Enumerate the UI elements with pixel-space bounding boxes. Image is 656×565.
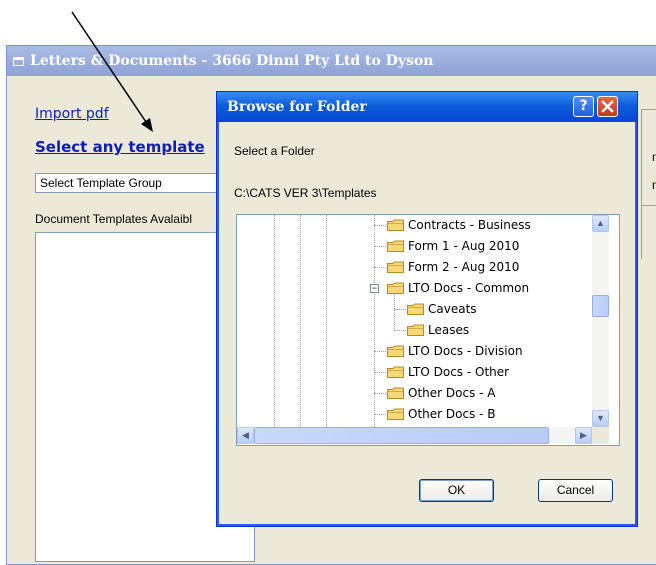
tree-item-label: LTO Docs - Common [408, 281, 530, 295]
tree-item-label: Form 1 - Aug 2010 [408, 239, 520, 253]
ok-button[interactable]: OK [419, 479, 494, 502]
vertical-scroll-thumb[interactable] [592, 295, 609, 317]
help-button[interactable]: ? [573, 96, 594, 117]
tree-item[interactable]: Other Docs - B [387, 404, 496, 425]
tree-item-label: Form 2 - Aug 2010 [408, 260, 520, 274]
tree-guide-line [374, 225, 386, 226]
horizontal-scrollbar[interactable]: ◀ ▶ [237, 427, 592, 444]
tree-guide-line [300, 215, 301, 427]
tree-guide-line [374, 246, 386, 247]
right-panel-divider [642, 205, 656, 206]
selected-path: C:\CATS VER 3\Templates [234, 186, 377, 200]
tree-item[interactable]: Leases [407, 320, 469, 341]
dialog-title: Browse for Folder [227, 99, 367, 115]
select-template-link[interactable]: Select any template [35, 138, 205, 156]
window-icon [13, 57, 24, 66]
tree-item-label: LTO Docs - Other [408, 365, 510, 379]
right-panel-text-1: n [652, 150, 656, 164]
scroll-down-icon[interactable]: ▼ [592, 410, 609, 427]
tree-item-label: LTO Docs - Division [408, 344, 523, 358]
dialog-prompt: Select a Folder [234, 144, 315, 158]
app-titlebar[interactable]: Letters & Documents - 3666 Dinni Pty Ltd… [7, 46, 656, 76]
tree-guide-line [374, 372, 386, 373]
scroll-left-icon[interactable]: ◀ [237, 427, 254, 444]
app-title: Letters & Documents - 3666 Dinni Pty Ltd… [30, 53, 434, 69]
tree-item[interactable]: LTO Docs - Common [387, 278, 529, 299]
tree-guide-line [374, 267, 386, 268]
tree-guide-line [326, 215, 327, 427]
tree-item[interactable]: Caveats [407, 299, 477, 320]
folder-icon [387, 219, 404, 231]
folder-icon [387, 282, 404, 294]
tree-item-label: Other Docs - B [408, 407, 496, 421]
folder-tree[interactable]: − Contracts - Business Form 1 - Aug 2010… [236, 214, 620, 446]
horizontal-scroll-thumb[interactable] [254, 427, 549, 444]
scroll-right-icon[interactable]: ▶ [575, 427, 592, 444]
tree-item[interactable]: LTO Docs - Other [387, 362, 509, 383]
right-panel-text-2: n [652, 178, 656, 192]
tree-item[interactable]: Contracts - Business [387, 215, 531, 236]
tree-guide-line [394, 309, 406, 310]
close-button[interactable] [597, 96, 618, 117]
browse-folder-dialog: Browse for Folder ? Select a Folder C:\C… [216, 91, 638, 527]
scroll-up-icon[interactable]: ▲ [592, 215, 609, 232]
templates-available-label: Document Templates Avalaibl [35, 212, 192, 226]
tree-guide-line [374, 414, 386, 415]
tree-item[interactable]: Form 2 - Aug 2010 [387, 257, 519, 278]
collapse-icon[interactable]: − [370, 284, 379, 293]
folder-icon [387, 345, 404, 357]
template-group-select[interactable]: Select Template Group [35, 173, 235, 193]
tree-item[interactable]: LTO Docs - Division [387, 341, 523, 362]
scroll-corner [592, 427, 609, 444]
tree-item[interactable]: Other Docs - A [387, 383, 496, 404]
folder-icon [407, 303, 424, 315]
close-icon [601, 100, 614, 113]
folder-icon [387, 261, 404, 273]
folder-icon [387, 366, 404, 378]
cancel-button[interactable]: Cancel [538, 479, 613, 502]
folder-icon [387, 387, 404, 399]
tree-guide-line [374, 351, 386, 352]
tree-guide-line [394, 330, 406, 331]
import-pdf-link[interactable]: Import pdf [35, 106, 109, 122]
folder-icon [387, 408, 404, 420]
tree-item[interactable]: Form 1 - Aug 2010 [387, 236, 519, 257]
tree-item-label: Caveats [428, 302, 477, 316]
tree-item-label: Other Docs - A [408, 386, 496, 400]
tree-item-label: Leases [428, 323, 470, 337]
tree-guide-line [374, 393, 386, 394]
folder-icon [387, 240, 404, 252]
tree-guide-line [274, 215, 275, 427]
tree-item-label: Contracts - Business [408, 218, 531, 232]
folder-icon [407, 324, 424, 336]
right-panel: n n [641, 109, 656, 259]
vertical-scrollbar[interactable]: ▲ ▼ [592, 215, 609, 427]
